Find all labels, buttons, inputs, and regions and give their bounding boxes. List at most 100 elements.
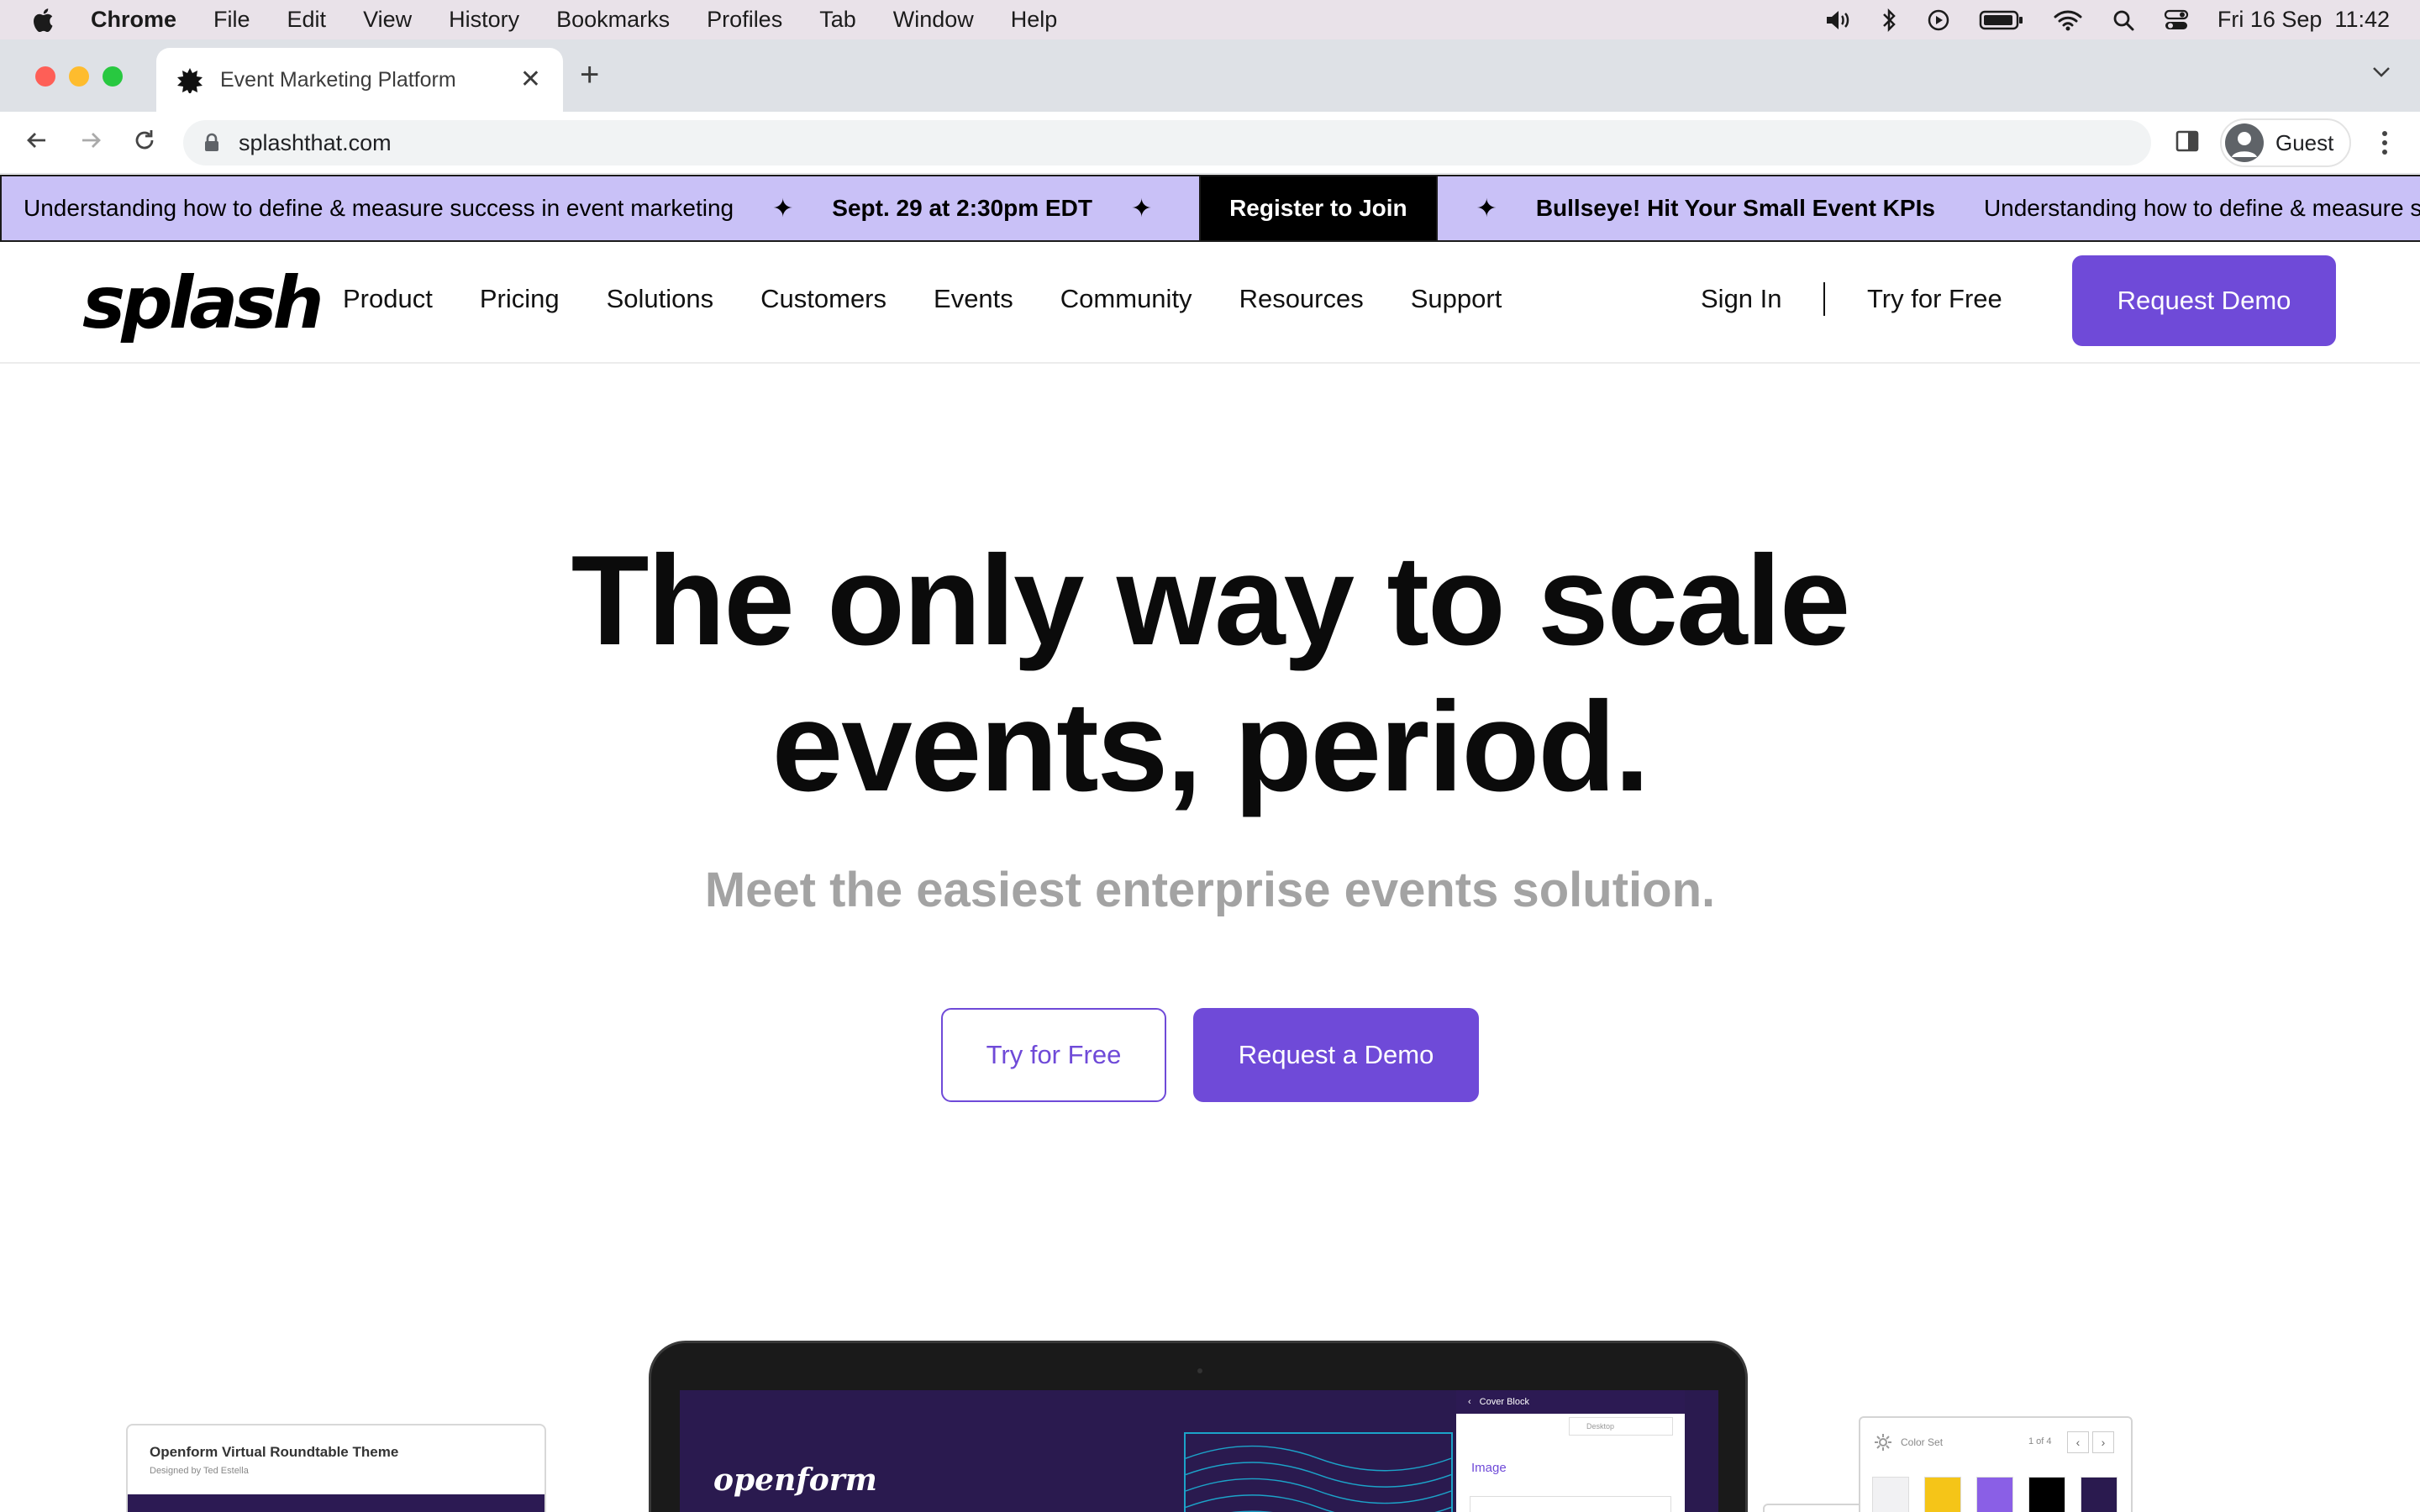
openform-brand: openform [713, 1462, 877, 1498]
menu-edit[interactable]: Edit [287, 7, 327, 33]
editor-panel-header: ‹ Cover Block [1456, 1390, 1685, 1414]
nav-product[interactable]: Product [343, 284, 433, 314]
chrome-menu-icon[interactable] [2380, 129, 2390, 157]
color-set-page: 1 of 4 [2028, 1436, 2052, 1446]
try-for-free-link[interactable]: Try for Free [1867, 284, 2002, 314]
device-dropdown[interactable]: Desktop [1569, 1417, 1673, 1436]
control-center-icon[interactable] [2164, 8, 2189, 32]
main-nav: Product Pricing Solutions Customers Even… [343, 284, 1502, 314]
spotlight-search-icon[interactable] [2112, 8, 2135, 32]
browser-toolbar: splashthat.com Guest [0, 112, 2420, 174]
sparkle-icon: ✦ [772, 194, 794, 223]
menu-profiles[interactable]: Profiles [707, 7, 782, 33]
menu-history[interactable]: History [449, 7, 519, 33]
banner-promo[interactable]: Bullseye! Hit Your Small Event KPIs [1536, 195, 1935, 222]
nav-customers[interactable]: Customers [760, 284, 886, 314]
menu-tab[interactable]: Tab [819, 7, 856, 33]
apple-icon[interactable] [30, 6, 59, 34]
hero-title: The only way to scale events, period. [0, 528, 2420, 820]
side-panel-icon[interactable] [2175, 129, 2200, 154]
menu-window[interactable]: Window [893, 7, 974, 33]
minimize-window-button[interactable] [69, 66, 89, 87]
banner-text: Understanding how to define & measure su… [24, 195, 734, 221]
theme-card-title: Openform Virtual Roundtable Theme [150, 1444, 399, 1460]
nav-support[interactable]: Support [1411, 284, 1502, 314]
color-set-card: Color Set 1 of 4 ‹ › [1859, 1416, 2133, 1512]
editor-panel: ‹ Cover Block Desktop Image [1456, 1390, 1685, 1512]
profile-button[interactable]: Guest [2220, 118, 2351, 167]
reload-icon[interactable] [131, 127, 158, 154]
tab-active[interactable]: Event Marketing Platform ✕ [156, 48, 563, 112]
site-header: splash Product Pricing Solutions Custome… [0, 242, 2420, 364]
splash-logo[interactable]: splash [82, 265, 324, 341]
swatch-1[interactable] [1872, 1477, 1909, 1512]
address-bar[interactable]: splashthat.com [183, 120, 2151, 165]
nav-events[interactable]: Events [934, 284, 1013, 314]
hero-title-line-2: events, period. [771, 675, 1650, 818]
theme-card: Openform Virtual Roundtable Theme Design… [126, 1424, 546, 1512]
forward-arrow-icon[interactable] [77, 127, 104, 154]
sparkle-icon: ✦ [1130, 194, 1153, 223]
request-demo-button[interactable]: Request Demo [2072, 255, 2336, 346]
menu-view[interactable]: View [363, 7, 412, 33]
nav-divider [1823, 282, 1825, 316]
nav-pricing[interactable]: Pricing [480, 284, 560, 314]
banner-date: Sept. 29 at 2:30pm EDT [832, 195, 1092, 221]
prev-icon[interactable]: ‹ [2067, 1431, 2089, 1453]
guest-avatar-icon [2225, 123, 2264, 162]
image-options [1470, 1496, 1671, 1512]
tab-title: Event Marketing Platform [220, 67, 456, 92]
tab-close-icon[interactable]: ✕ [520, 67, 541, 92]
theme-card-preview [128, 1494, 544, 1512]
menu-file[interactable]: File [213, 7, 250, 33]
splash-favicon-icon [177, 68, 203, 93]
menu-bookmarks[interactable]: Bookmarks [556, 7, 670, 33]
color-set-label: Color Set [1901, 1436, 1944, 1448]
bluetooth-icon[interactable] [1881, 8, 1898, 33]
editor-panel-title: Cover Block [1479, 1397, 1529, 1407]
register-button[interactable]: Register to Join [1199, 176, 1438, 240]
wifi-icon[interactable] [2053, 8, 2083, 32]
laptop-screen: openform ‹ Cover Block Desktop Image [680, 1390, 1718, 1512]
menu-help[interactable]: Help [1011, 7, 1058, 33]
profile-label: Guest [2275, 129, 2334, 155]
gear-icon [1875, 1434, 1891, 1451]
laptop-camera [1197, 1368, 1202, 1373]
chevron-left-icon[interactable]: ‹ [1468, 1397, 1471, 1407]
tab-search-chevron-icon[interactable] [2371, 65, 2391, 78]
image-label: Image [1471, 1461, 1507, 1475]
close-window-button[interactable] [35, 66, 55, 87]
swatch-5[interactable] [2081, 1477, 2118, 1512]
clock[interactable]: Fri 16 Sep 11:42 [2217, 7, 2390, 33]
url-text[interactable]: splashthat.com [239, 130, 392, 156]
swatch-4[interactable] [2028, 1477, 2065, 1512]
status-area: Fri 16 Sep 11:42 [1824, 0, 2390, 39]
wave-artwork [1184, 1432, 1453, 1512]
secondary-card [1763, 1504, 1864, 1512]
back-arrow-icon[interactable] [24, 127, 50, 154]
zoom-window-button[interactable] [103, 66, 123, 87]
sign-in-link[interactable]: Sign In [1701, 284, 1782, 314]
volume-icon[interactable] [1824, 8, 1853, 32]
hero-subtitle: Meet the easiest enterprise events solut… [704, 863, 1716, 917]
menu-app-chrome[interactable]: Chrome [91, 7, 176, 33]
now-playing-icon[interactable] [1927, 8, 1950, 32]
hero-title-line-1: The only way to scale [571, 529, 1851, 672]
nav-resources[interactable]: Resources [1239, 284, 1364, 314]
next-icon[interactable]: › [2092, 1431, 2114, 1453]
battery-icon[interactable] [1979, 9, 2024, 31]
new-tab-plus-icon[interactable]: + [580, 58, 599, 92]
laptop-mockup: openform ‹ Cover Block Desktop Image [649, 1341, 1748, 1512]
hero-try-free-button[interactable]: Try for Free [941, 1008, 1166, 1102]
announcement-banner: Understanding how to define & measure su… [0, 175, 2420, 242]
nav-community[interactable]: Community [1060, 284, 1192, 314]
lock-icon[interactable] [203, 133, 220, 153]
macos-menu-bar: Chrome File Edit View History Bookmarks … [0, 0, 2420, 39]
swatch-2[interactable] [1924, 1477, 1961, 1512]
theme-card-subtitle: Designed by Ted Estella [150, 1466, 249, 1476]
nav-solutions[interactable]: Solutions [607, 284, 714, 314]
sparkle-icon: ✦ [1476, 194, 1497, 223]
hero-request-demo-button[interactable]: Request a Demo [1193, 1008, 1479, 1102]
swatch-3[interactable] [1976, 1477, 2013, 1512]
tab-strip: Event Marketing Platform ✕ + [0, 39, 2420, 112]
